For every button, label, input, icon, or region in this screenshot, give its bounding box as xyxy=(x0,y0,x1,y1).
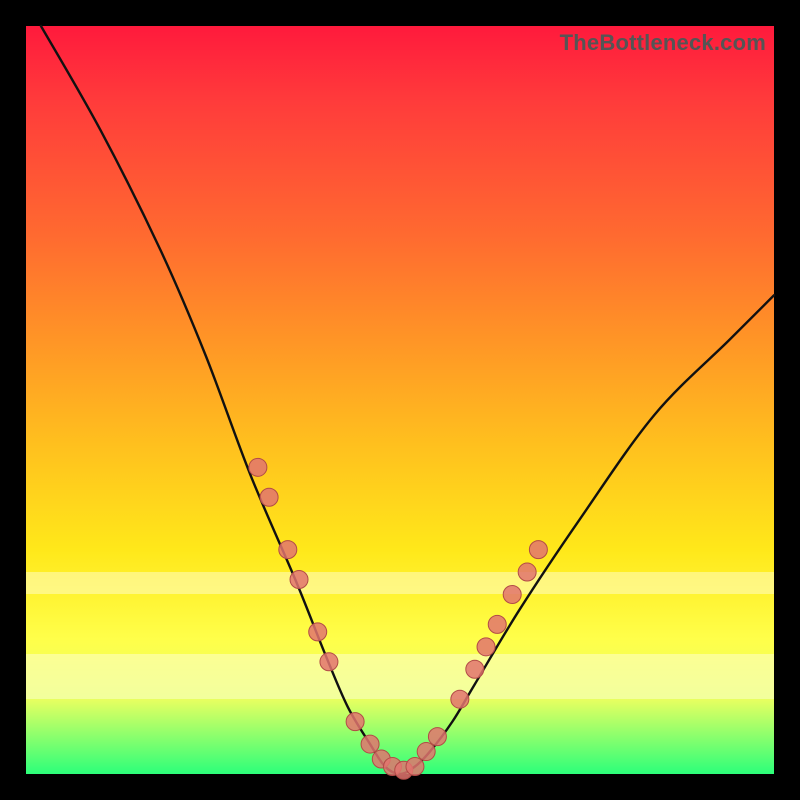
data-marker xyxy=(518,563,536,581)
plot-area: TheBottleneck.com xyxy=(26,26,774,774)
bottleneck-curve xyxy=(41,26,774,774)
data-marker xyxy=(309,623,327,641)
data-marker xyxy=(346,713,364,731)
data-marker xyxy=(417,743,435,761)
data-marker xyxy=(290,571,308,589)
data-marker xyxy=(488,615,506,633)
data-marker xyxy=(279,541,297,559)
data-marker xyxy=(320,653,338,671)
data-marker xyxy=(477,638,495,656)
data-marker xyxy=(361,735,379,753)
chart-frame: TheBottleneck.com xyxy=(0,0,800,800)
data-marker xyxy=(503,585,521,603)
data-marker xyxy=(406,758,424,776)
curve-layer xyxy=(26,26,774,774)
marker-group xyxy=(249,458,548,779)
data-marker xyxy=(529,541,547,559)
data-marker xyxy=(428,728,446,746)
data-marker xyxy=(260,488,278,506)
data-marker xyxy=(466,660,484,678)
data-marker xyxy=(249,458,267,476)
data-marker xyxy=(451,690,469,708)
